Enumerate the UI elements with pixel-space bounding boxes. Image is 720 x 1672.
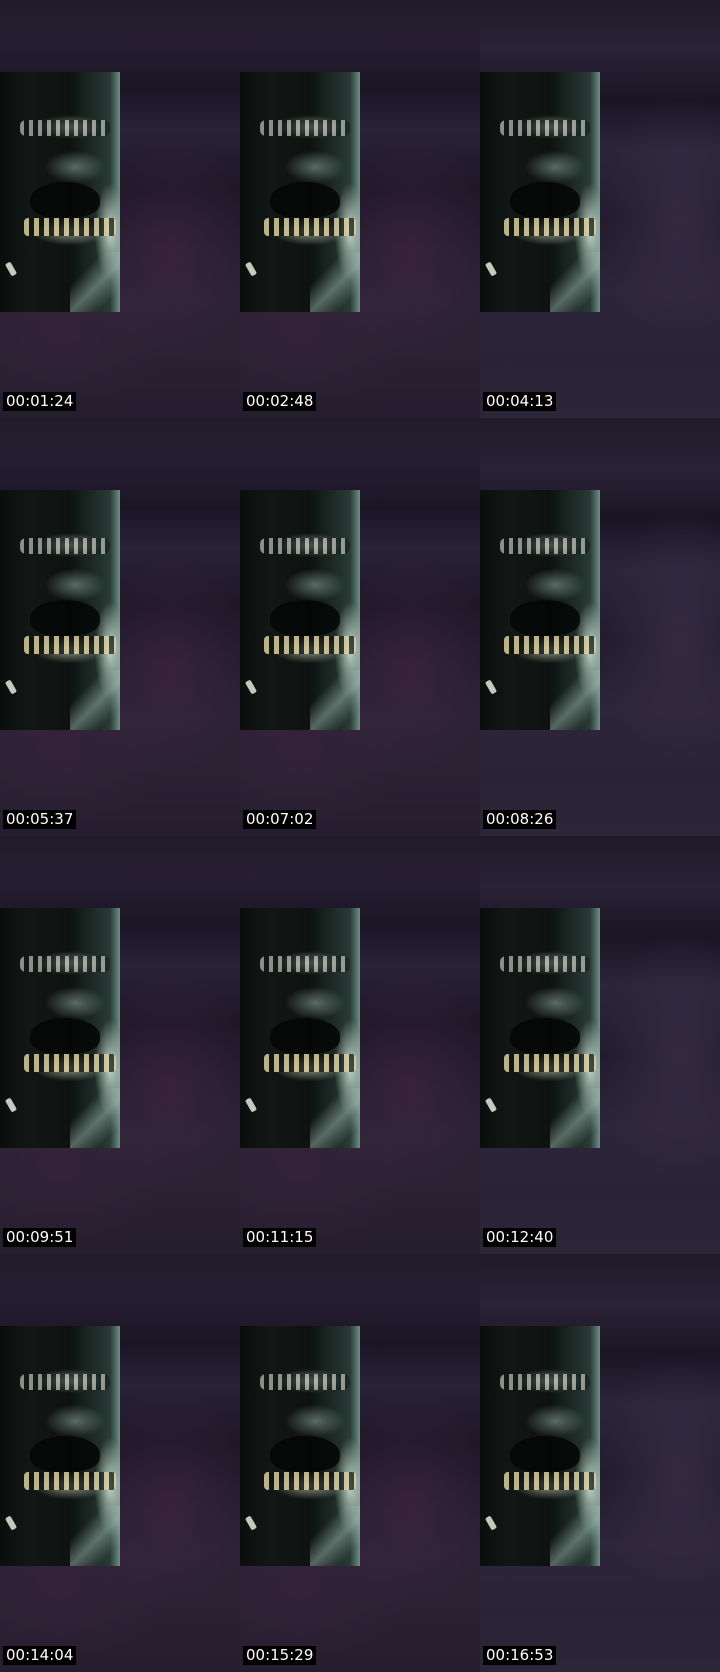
thumbnail-cell[interactable]: 00:09:51 — [0, 836, 240, 1254]
timestamp-label: 00:12:40 — [483, 1228, 557, 1247]
timestamp-label: 00:07:02 — [243, 810, 317, 829]
video-frame-image — [0, 1326, 120, 1566]
video-frame-image — [480, 1326, 600, 1566]
video-frame-image — [0, 908, 120, 1148]
thumbnail-cell[interactable]: 00:15:29 — [240, 1254, 480, 1672]
video-frame-image — [240, 72, 360, 312]
timestamp-label: 00:05:37 — [3, 810, 77, 829]
timestamp-label: 00:02:48 — [243, 392, 317, 411]
timestamp-label: 00:15:29 — [243, 1646, 317, 1665]
timestamp-label: 00:09:51 — [3, 1228, 77, 1247]
timestamp-label: 00:04:13 — [483, 392, 557, 411]
thumbnail-cell[interactable]: 00:07:02 — [240, 418, 480, 836]
thumbnail-cell[interactable]: 00:04:13 — [480, 0, 720, 418]
video-frame-image — [240, 490, 360, 730]
thumbnail-cell[interactable]: 00:08:26 — [480, 418, 720, 836]
video-frame-image — [240, 908, 360, 1148]
thumbnail-cell[interactable]: 00:16:53 — [480, 1254, 720, 1672]
thumbnail-cell[interactable]: 00:05:37 — [0, 418, 240, 836]
timestamp-label: 00:16:53 — [483, 1646, 557, 1665]
video-frame-image — [480, 490, 600, 730]
thumbnail-grid: 00:01:24 00:02:48 00:04:13 00:05:37 00:0… — [0, 0, 720, 1672]
timestamp-label: 00:08:26 — [483, 810, 557, 829]
video-frame-image — [0, 490, 120, 730]
timestamp-label: 00:01:24 — [3, 392, 77, 411]
thumbnail-cell[interactable]: 00:01:24 — [0, 0, 240, 418]
video-frame-image — [480, 72, 600, 312]
timestamp-label: 00:11:15 — [243, 1228, 317, 1247]
timestamp-label: 00:14:04 — [3, 1646, 77, 1665]
thumbnail-cell[interactable]: 00:11:15 — [240, 836, 480, 1254]
video-frame-image — [480, 908, 600, 1148]
video-frame-image — [0, 72, 120, 312]
thumbnail-cell[interactable]: 00:14:04 — [0, 1254, 240, 1672]
thumbnail-cell[interactable]: 00:02:48 — [240, 0, 480, 418]
video-frame-image — [240, 1326, 360, 1566]
thumbnail-cell[interactable]: 00:12:40 — [480, 836, 720, 1254]
